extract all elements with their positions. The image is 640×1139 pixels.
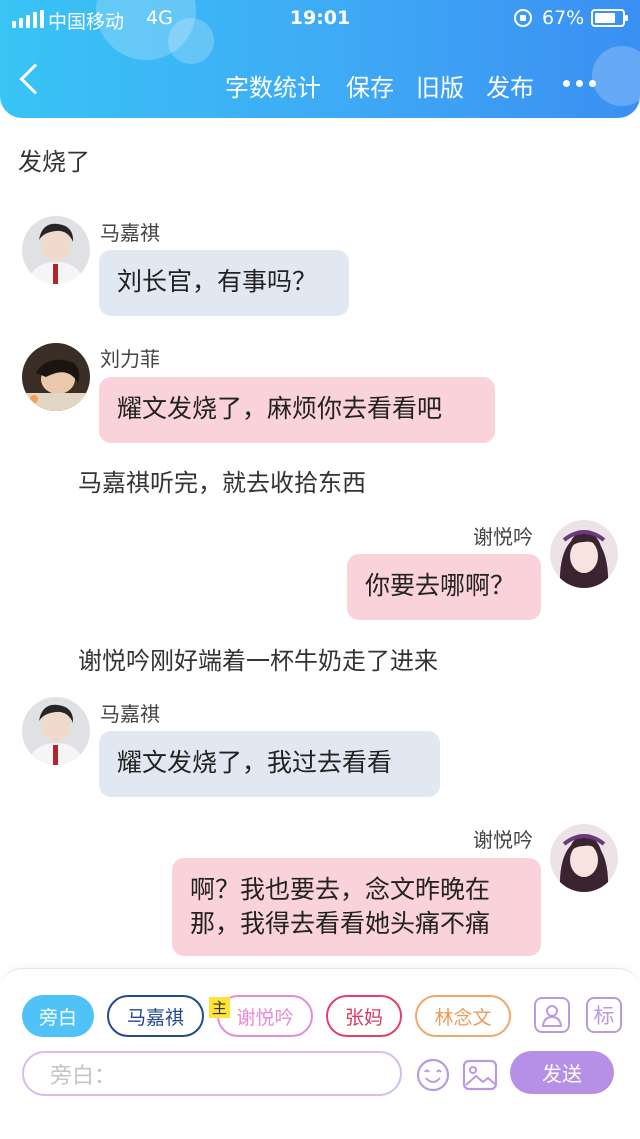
send-button[interactable]: 发送 <box>510 1051 614 1094</box>
role-chip-zhangma[interactable]: 张妈 <box>326 995 402 1037</box>
emoji-icon[interactable] <box>415 1057 451 1093</box>
avatar-majiaqi[interactable] <box>22 697 90 765</box>
main-role-badge: 主 <box>209 997 230 1018</box>
narration-line: 马嘉祺听完，就去收拾东西 <box>78 469 366 497</box>
message-input[interactable]: 旁白： <box>22 1051 402 1096</box>
narration-line: 谢悦吟刚好端着一杯牛奶走了进来 <box>78 647 438 675</box>
avatar-xieyueyin[interactable] <box>550 520 618 588</box>
more-icon[interactable] <box>563 80 596 87</box>
back-arrow-icon[interactable] <box>19 63 51 95</box>
save-button[interactable]: 保存 <box>346 68 394 103</box>
chat-bubble-line: 啊？我也要去，念文昨晚在 <box>190 875 491 904</box>
battery-icon <box>591 9 628 27</box>
speaker-name: 刘力菲 <box>100 347 160 371</box>
speaker-name: 马嘉祺 <box>100 221 160 245</box>
speaker-name: 谢悦吟 <box>473 525 533 549</box>
decor-bubble <box>592 46 640 106</box>
word-count-button[interactable]: 字数统计 <box>225 68 321 103</box>
rotation-lock-icon <box>514 9 532 27</box>
status-bar: 中国移动 4G 19:01 67% <box>0 0 640 38</box>
chat-bubble-line: 那，我得去看看她头痛不痛 <box>190 909 491 938</box>
chapter-line: 发烧了 <box>18 148 90 176</box>
battery-percent: 67% <box>542 7 585 29</box>
chat-bubble[interactable]: 刘长官，有事吗？ <box>99 250 349 316</box>
avatar-majiaqi[interactable] <box>22 216 90 284</box>
role-chip-xieyueyin[interactable]: 谢悦吟 <box>217 995 313 1037</box>
avatar-liulifei[interactable] <box>22 343 90 411</box>
tag-button[interactable]: 标 <box>586 997 622 1033</box>
role-chip-narrator[interactable]: 旁白 <box>22 995 94 1037</box>
chat-bubble[interactable]: 耀文发烧了，麻烦你去看看吧 <box>99 377 495 443</box>
avatar-xieyueyin[interactable] <box>550 824 618 892</box>
chat-bubble[interactable]: 啊？我也要去，念文昨晚在 那，我得去看看她头痛不痛 <box>172 858 541 956</box>
chat-bubble[interactable]: 耀文发烧了，我过去看看 <box>99 731 440 797</box>
role-chip-linnianwen[interactable]: 林念文 <box>415 995 511 1037</box>
old-version-button[interactable]: 旧版 <box>416 68 464 103</box>
publish-button[interactable]: 发布 <box>486 68 534 103</box>
image-icon[interactable] <box>462 1057 498 1093</box>
app-header: 中国移动 4G 19:01 67% 字数统计 保存 旧版 发布 <box>0 0 640 118</box>
add-character-icon[interactable] <box>534 997 570 1033</box>
speaker-name: 谢悦吟 <box>473 828 533 852</box>
chat-bubble[interactable]: 你要去哪啊？ <box>347 554 541 620</box>
role-chip-majiaqi[interactable]: 马嘉祺 <box>107 995 204 1037</box>
speaker-name: 马嘉祺 <box>100 702 160 726</box>
